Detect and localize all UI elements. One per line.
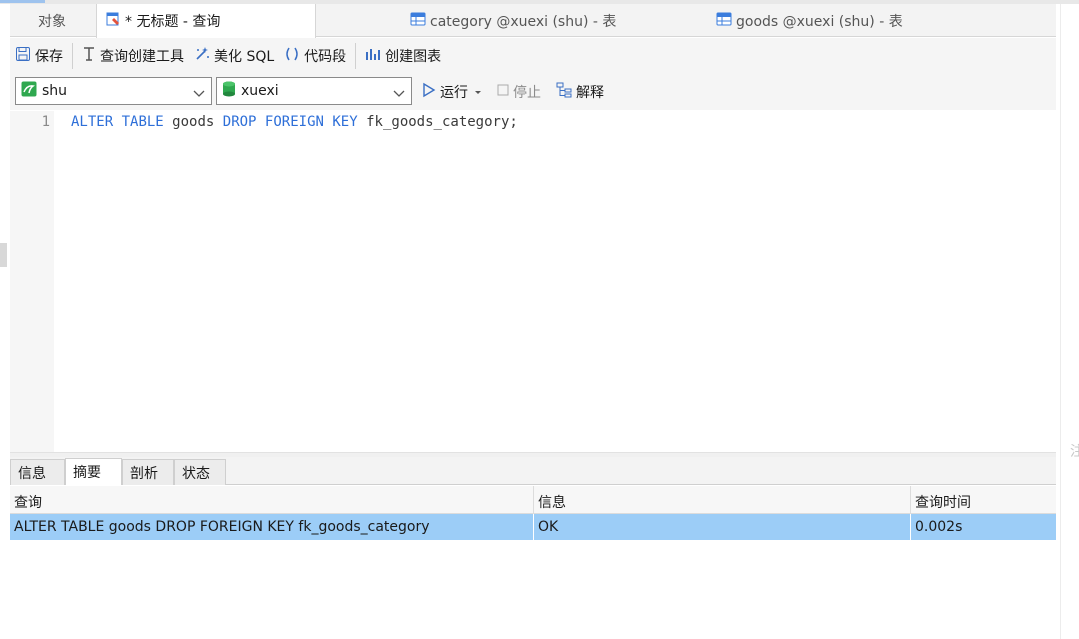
save-icon xyxy=(15,46,31,66)
column-header-info[interactable]: 信息 xyxy=(534,486,911,514)
sql-keyword: DROP xyxy=(222,114,257,130)
tab-label: goods @xuexi (shu) - 表 xyxy=(736,13,903,30)
stop-button[interactable]: 停止 xyxy=(497,78,541,106)
tab-summary[interactable]: 摘要 xyxy=(65,458,122,485)
tab-status[interactable]: 状态 xyxy=(174,459,226,485)
create-chart-label: 创建图表 xyxy=(385,49,442,65)
tab-label: * 无标题 - 查询 xyxy=(125,14,221,30)
cell-query-time: 0.002s xyxy=(915,519,963,535)
run-label: 运行 xyxy=(440,85,468,101)
tab-label: 状态 xyxy=(182,465,210,482)
connection-value: shu xyxy=(42,83,68,99)
query-builder-button[interactable]: 查询创建工具 xyxy=(77,42,189,70)
beautify-sql-label: 美化 SQL xyxy=(214,49,275,65)
result-grid: 查询 信息 查询时间 ALTER TABLE goods DROP FOREIG… xyxy=(10,486,1056,639)
chevron-down-icon xyxy=(393,86,405,102)
sql-keyword: TABLE xyxy=(121,114,164,130)
sql-identifier xyxy=(256,114,264,130)
column-header-query[interactable]: 查询 xyxy=(10,486,534,514)
query-toolbar: 保存 查询创建工具 美化 SQL 代码段 创建图表 xyxy=(10,38,1056,74)
side-panel-label: 注 xyxy=(1070,444,1079,460)
right-side-panel xyxy=(1060,4,1079,639)
create-chart-button[interactable]: 创建图表 xyxy=(360,42,446,70)
stop-icon xyxy=(497,84,509,100)
dropdown-arrow-icon[interactable] xyxy=(474,84,482,100)
side-panel-handle[interactable] xyxy=(0,243,7,267)
tab-label: category @xuexi (shu) - 表 xyxy=(430,13,617,30)
tab-objects[interactable]: 对象 xyxy=(10,4,96,37)
sql-identifier: fk_goods_category; xyxy=(357,114,518,130)
table-icon xyxy=(410,11,426,31)
toolbar-separator xyxy=(72,43,73,69)
result-tab-bar: 信息 摘要 剖析 状态 xyxy=(10,457,1056,485)
query-builder-icon xyxy=(82,46,96,66)
connection-toolbar: shu xuexi 运行 停止 解释 xyxy=(10,74,1056,110)
save-button[interactable]: 保存 xyxy=(10,42,68,70)
table-row[interactable]: ALTER TABLE goods DROP FOREIGN KEY fk_go… xyxy=(10,514,1056,540)
sql-keyword: ALTER xyxy=(71,114,114,130)
connection-select[interactable]: shu xyxy=(15,77,212,105)
tab-label: 对象 xyxy=(38,13,66,30)
chevron-down-icon xyxy=(193,86,205,102)
database-select[interactable]: xuexi xyxy=(216,77,412,105)
tab-untitled-query[interactable]: * 无标题 - 查询 xyxy=(96,4,316,38)
parentheses-icon xyxy=(284,46,300,66)
sql-keyword: FOREIGN xyxy=(264,114,324,130)
magic-wand-icon xyxy=(194,46,210,66)
tab-profile[interactable]: 剖析 xyxy=(122,459,174,485)
play-icon xyxy=(422,82,436,102)
sql-code-line[interactable]: ALTER TABLE goods DROP FOREIGN KEY fk_go… xyxy=(71,114,518,130)
tab-info[interactable]: 信息 xyxy=(10,459,65,485)
query-builder-label: 查询创建工具 xyxy=(100,49,184,65)
line-number: 1 xyxy=(41,114,50,130)
database-value: xuexi xyxy=(241,83,279,99)
explain-label: 解释 xyxy=(576,85,604,101)
explain-icon xyxy=(556,82,572,102)
query-icon xyxy=(105,11,121,31)
save-label: 保存 xyxy=(35,49,63,65)
tab-label: 信息 xyxy=(18,465,46,482)
code-snippet-button[interactable]: 代码段 xyxy=(279,42,351,70)
cell-info: OK xyxy=(534,514,911,540)
tab-label: 摘要 xyxy=(73,465,101,481)
grid-header: 查询 信息 查询时间 xyxy=(10,486,1056,514)
database-icon xyxy=(222,81,236,101)
sql-editor[interactable]: 1 ALTER TABLE goods DROP FOREIGN KEY fk_… xyxy=(10,111,1056,452)
active-window-indicator xyxy=(0,0,45,3)
stop-label: 停止 xyxy=(513,85,541,101)
tab-goods-table[interactable]: goods @xuexi (shu) - 表 xyxy=(708,4,1008,37)
explain-button[interactable]: 解释 xyxy=(556,78,604,106)
sql-identifier xyxy=(113,114,121,130)
tab-category-table[interactable]: category @xuexi (shu) - 表 xyxy=(402,4,702,37)
tab-label: 剖析 xyxy=(130,465,158,482)
code-snippet-label: 代码段 xyxy=(304,49,347,65)
line-number-gutter xyxy=(10,111,54,452)
cell-query: ALTER TABLE goods DROP FOREIGN KEY fk_go… xyxy=(10,514,534,540)
run-button[interactable]: 运行 xyxy=(422,78,482,106)
table-icon xyxy=(716,11,732,31)
column-header-query-time[interactable]: 查询时间 xyxy=(911,486,1056,514)
sql-identifier: goods xyxy=(163,114,223,130)
mysql-connection-icon xyxy=(21,81,37,101)
document-tab-bar: 对象 * 无标题 - 查询 category @xuexi (shu) - 表 … xyxy=(10,4,1056,38)
sql-keyword: KEY xyxy=(332,114,358,130)
toolbar-separator xyxy=(355,43,357,69)
bar-chart-icon xyxy=(365,46,381,66)
beautify-sql-button[interactable]: 美化 SQL xyxy=(189,42,279,70)
